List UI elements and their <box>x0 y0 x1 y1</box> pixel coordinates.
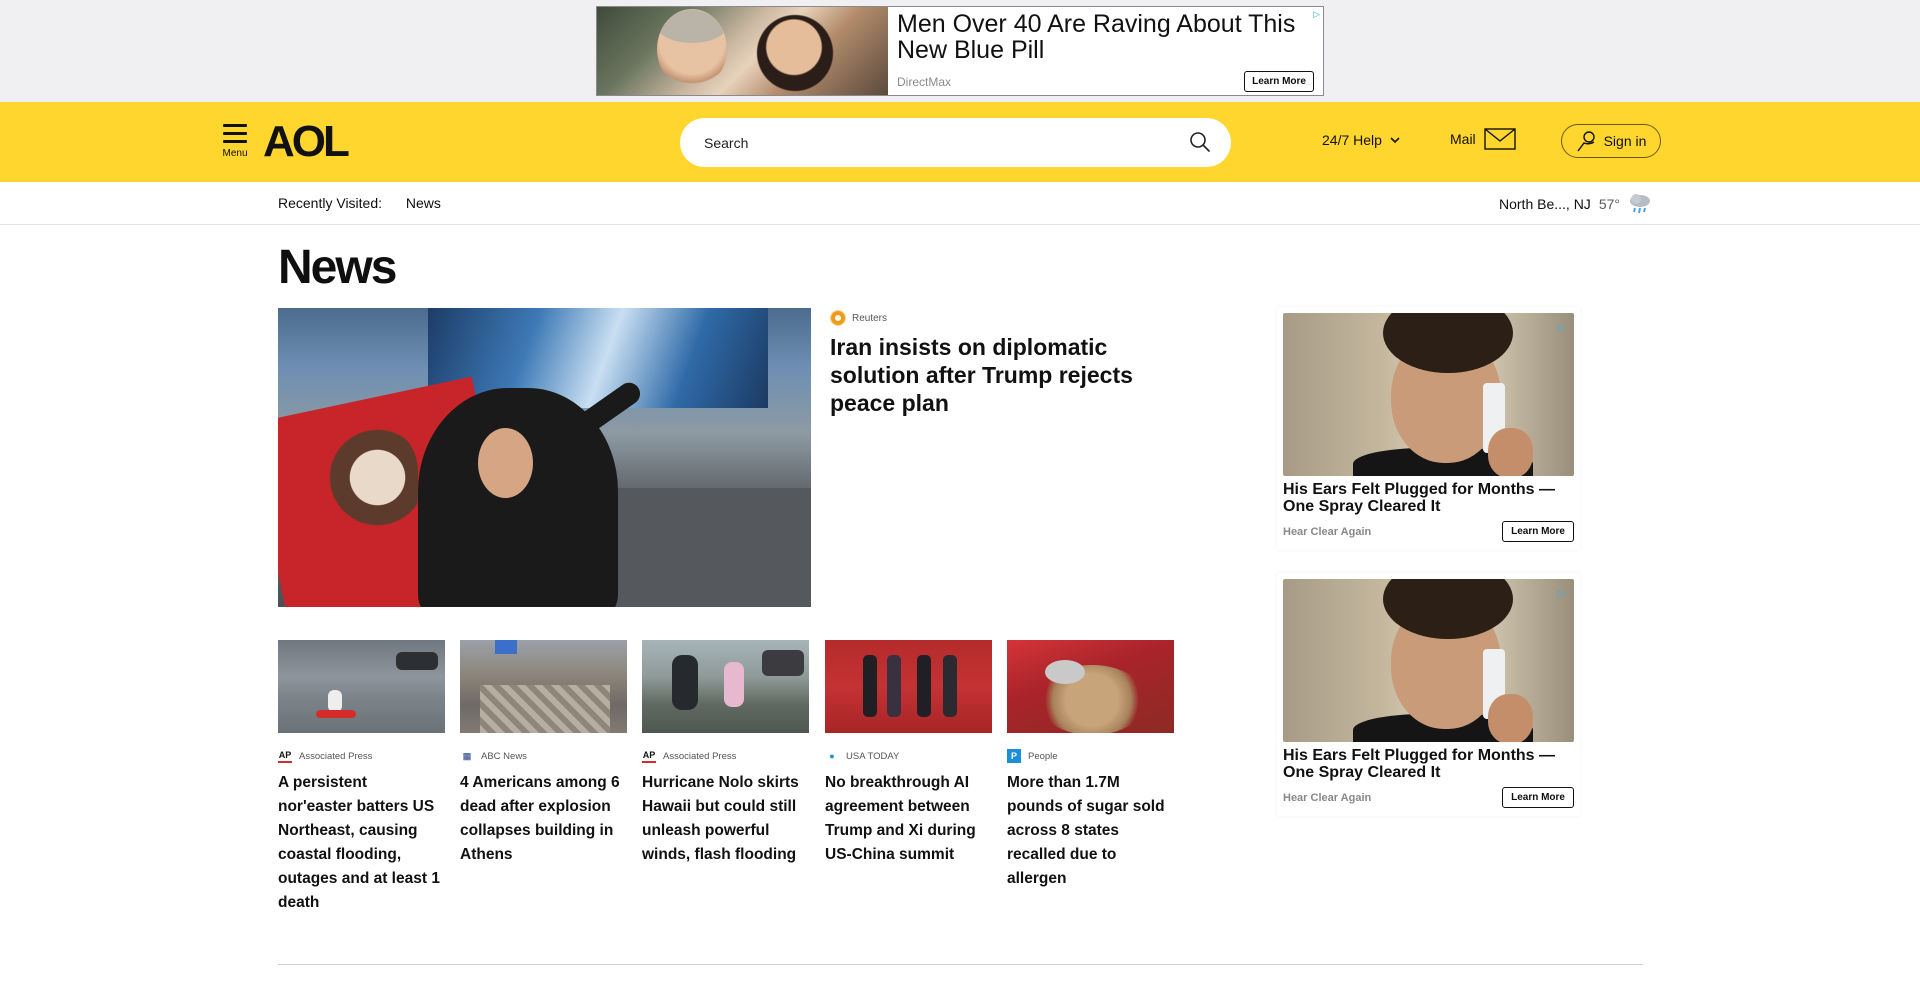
story-thumbnail[interactable] <box>825 640 992 733</box>
site-header: Menu AOL 24/7 Help Mail Sign in <box>0 102 1920 182</box>
help-dropdown[interactable]: 24/7 Help <box>1322 132 1400 148</box>
recent-link-news[interactable]: News <box>406 195 441 211</box>
story-source-name: Associated Press <box>299 750 373 762</box>
ad-headline[interactable]: His Ears Felt Plugged for Months — One S… <box>1283 747 1573 781</box>
hero-image[interactable] <box>278 308 811 607</box>
hero-headline[interactable]: Iran insists on diplomatic solution afte… <box>830 333 1160 417</box>
sign-in-label: Sign in <box>1603 133 1647 149</box>
ap-logo-icon: AP <box>642 749 656 763</box>
story-source-name: ABC News <box>481 750 527 762</box>
menu-button[interactable]: Menu <box>219 124 251 159</box>
story-card[interactable]: AP Associated Press Hurricane Nolo skirt… <box>642 640 809 867</box>
ad-headline[interactable]: Men Over 40 Are Raving About This New Bl… <box>897 11 1314 63</box>
weather-temperature: 57° <box>1598 196 1620 212</box>
ad-brand: Hear Clear Again <box>1283 791 1372 804</box>
rain-cloud-icon <box>1629 194 1650 214</box>
adchoices-icon[interactable]: ▷ <box>1313 9 1320 20</box>
abc-news-logo-icon: ▦ <box>462 750 472 761</box>
ad-image[interactable] <box>597 7 888 95</box>
top-banner-ad[interactable]: Men Over 40 Are Raving About This New Bl… <box>596 6 1324 96</box>
ad-text[interactable]: Men Over 40 Are Raving About This New Bl… <box>888 7 1323 95</box>
story-thumbnail[interactable] <box>460 640 627 733</box>
adchoices-icon[interactable]: ▷ <box>1558 321 1566 334</box>
help-label: 24/7 Help <box>1322 132 1382 148</box>
ad-image[interactable]: ▷ <box>1283 313 1574 476</box>
ap-logo-icon: AP <box>278 749 292 763</box>
story-source-name: USA TODAY <box>846 750 900 762</box>
mail-label: Mail <box>1450 131 1476 147</box>
ad-learn-more-button[interactable]: Learn More <box>1244 71 1314 92</box>
story-source: ● USA TODAY <box>825 749 992 763</box>
search-input[interactable] <box>704 118 1164 167</box>
story-card[interactable]: ● USA TODAY No breakthrough AI agreement… <box>825 640 992 867</box>
mail-link[interactable]: Mail <box>1450 128 1516 150</box>
hero-source-name: Reuters <box>852 312 888 324</box>
story-headline[interactable]: More than 1.7M pounds of sugar sold acro… <box>1007 771 1174 891</box>
search-icon[interactable] <box>1189 131 1211 158</box>
reuters-logo-icon <box>830 310 846 326</box>
recently-visited-label: Recently Visited: <box>278 195 383 211</box>
story-headline[interactable]: No breakthrough AI agreement between Tru… <box>825 771 992 867</box>
user-icon <box>1577 131 1595 152</box>
ad-brand: Hear Clear Again <box>1283 525 1372 538</box>
section-divider <box>278 964 1643 965</box>
story-headline[interactable]: 4 Americans among 6 dead after explosion… <box>460 771 627 867</box>
story-source: AP Associated Press <box>278 749 445 763</box>
page-title: News <box>278 241 397 294</box>
story-source: AP Associated Press <box>642 749 809 763</box>
usa-today-logo-icon: ● <box>829 751 835 761</box>
story-source-name: People <box>1028 750 1058 762</box>
story-card[interactable]: P People More than 1.7M pounds of sugar … <box>1007 640 1174 891</box>
story-card[interactable]: AP Associated Press A persistent nor'eas… <box>278 640 445 915</box>
story-headline[interactable]: A persistent nor'easter batters US North… <box>278 771 445 915</box>
aol-logo[interactable]: AOL <box>263 118 350 166</box>
story-source: P People <box>1007 749 1174 763</box>
story-thumbnail[interactable] <box>278 640 445 733</box>
ad-headline[interactable]: His Ears Felt Plugged for Months — One S… <box>1283 481 1573 515</box>
sidebar-ad[interactable]: ▷ His Ears Felt Plugged for Months — One… <box>1277 307 1580 550</box>
weather-location[interactable]: North Be..., NJ <box>1499 196 1591 212</box>
people-logo-icon: P <box>1007 749 1021 763</box>
ad-brand: DirectMax <box>897 75 952 89</box>
story-card[interactable]: ▦ ABC News 4 Americans among 6 dead afte… <box>460 640 627 867</box>
sub-navigation-bar: Recently Visited: News North Be..., NJ 5… <box>0 182 1920 225</box>
story-source: ▦ ABC News <box>460 749 627 763</box>
adchoices-icon[interactable]: ▷ <box>1558 587 1566 600</box>
weather-widget[interactable]: North Be..., NJ 57° <box>1499 193 1652 215</box>
story-thumbnail[interactable] <box>1007 640 1174 733</box>
story-headline[interactable]: Hurricane Nolo skirts Hawaii but could s… <box>642 771 809 867</box>
chevron-down-icon <box>1390 136 1400 143</box>
hamburger-icon <box>219 124 251 143</box>
ad-image[interactable]: ▷ <box>1283 579 1574 742</box>
envelope-icon <box>1483 128 1516 150</box>
ad-learn-more-button[interactable]: Learn More <box>1502 521 1574 542</box>
menu-label: Menu <box>222 148 248 159</box>
hero-source: Reuters <box>830 310 887 326</box>
recently-visited: Recently Visited: News <box>278 195 441 211</box>
ad-learn-more-button[interactable]: Learn More <box>1502 787 1574 808</box>
story-thumbnail[interactable] <box>642 640 809 733</box>
search-bar[interactable] <box>680 118 1231 167</box>
sidebar-ad[interactable]: ▷ His Ears Felt Plugged for Months — One… <box>1277 573 1580 816</box>
top-ad-strip: Men Over 40 Are Raving About This New Bl… <box>0 0 1920 102</box>
sign-in-button[interactable]: Sign in <box>1561 124 1661 158</box>
story-source-name: Associated Press <box>663 750 737 762</box>
